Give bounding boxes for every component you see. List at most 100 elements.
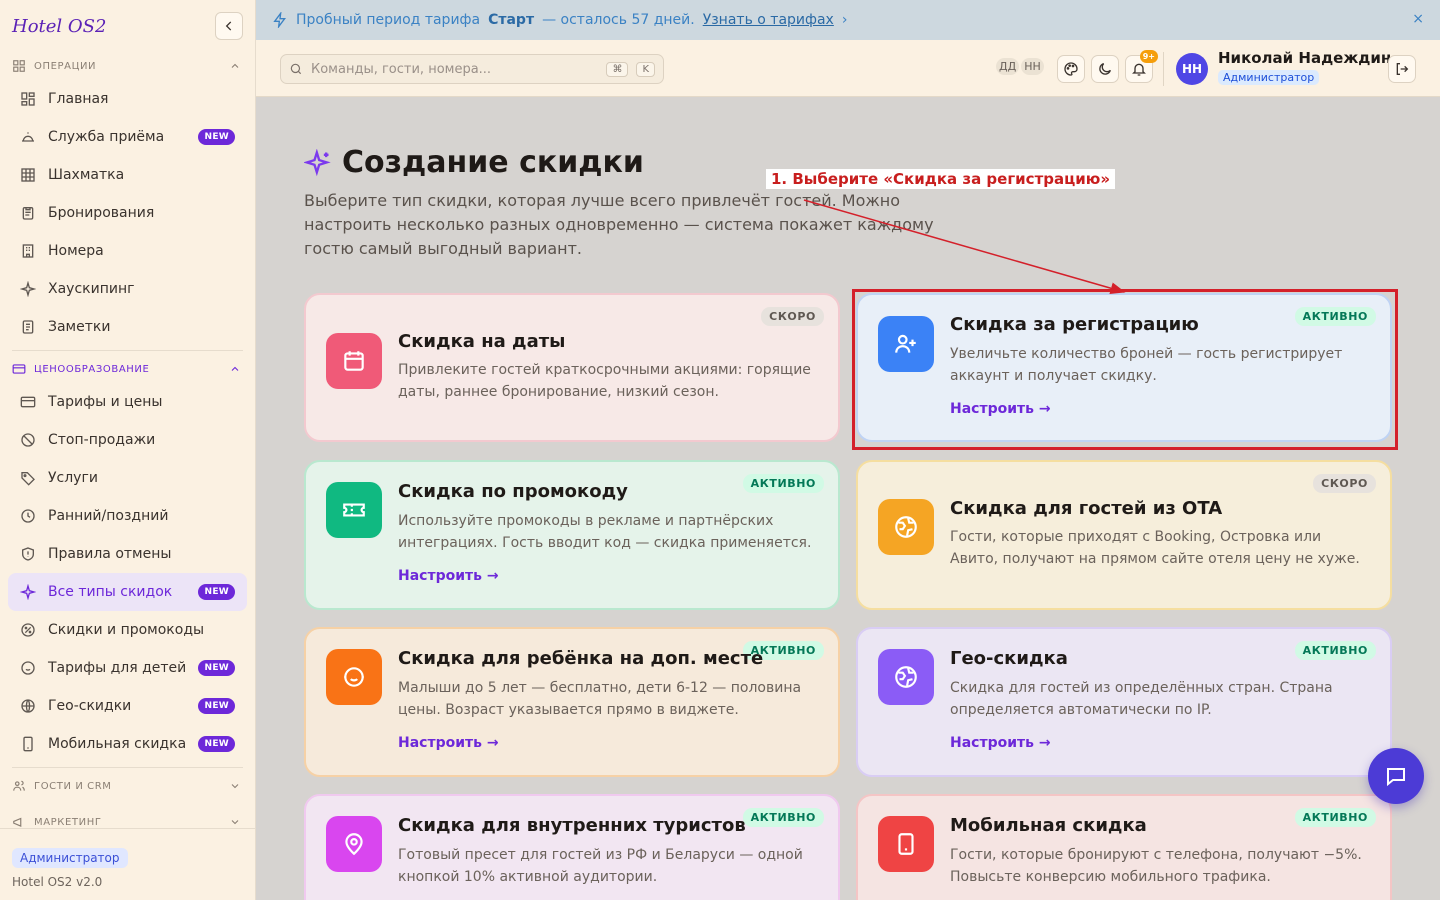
moon-icon [1099,63,1111,75]
section-title: ЦЕНООБРАЗОВАНИЕ [34,363,150,375]
sidebar-item-services[interactable]: Услуги [8,459,247,497]
sparkle-icon [20,584,36,600]
configure-link[interactable]: Настроить → [398,735,499,751]
sidebar-item-label: Стоп-продажи [48,432,156,448]
annotation-label: 1. Выберите «Скидка за регистрацию» [766,169,1116,189]
chevron-down-icon [231,784,239,789]
discount-card-ota[interactable]: СКОРО Скидка для гостей из OTA Гости, ко… [856,460,1392,610]
card-description: Скидка для гостей из определённых стран.… [950,680,1333,718]
phone-icon [20,736,36,752]
discount-card-dates[interactable]: СКОРО Скидка на даты Привлеките гостей к… [304,293,840,442]
grid-icon [13,60,25,72]
sidebar-item-cancellation[interactable]: Правила отмены [8,535,247,573]
map-pin-icon [326,816,382,872]
banner-prefix: Пробный период тарифа [296,12,481,28]
sidebar-item-label: Правила отмены [48,546,172,562]
bell-desk-icon [20,129,36,145]
sidebar-item-geo-discounts[interactable]: Гео-скидки NEW [8,687,247,725]
sidebar-item-front-desk[interactable]: Служба приёма NEW [8,118,247,156]
sidebar-collapse-button[interactable] [215,12,243,40]
section-guests-crm[interactable]: ГОСТИ И CRM [0,772,255,800]
sidebar-item-bookings[interactable]: Бронирования [8,194,247,232]
sidebar-item-label: Скидки и промокоды [48,622,205,638]
sidebar-item-discounts-promos[interactable]: Скидки и промокоды [8,611,247,649]
discount-card-mobile[interactable]: АКТИВНО Мобильная скидка Гости, которые … [856,794,1392,900]
discount-card-child-extra-bed[interactable]: АКТИВНО Скидка для ребёнка на доп. месте… [304,627,840,777]
ban-icon [20,432,36,448]
presence-avatar[interactable]: ДД [996,58,1020,75]
sidebar-item-label: Гео-скидки [48,698,132,714]
user-name: Николай Надеждин [1218,49,1392,67]
status-badge: СКОРО [761,307,824,326]
section-pricing[interactable]: ЦЕНООБРАЗОВАНИЕ [0,355,255,383]
sidebar-item-housekeeping[interactable]: Хаускипинг [8,270,247,308]
trial-banner: Пробный период тарифа Старт — осталось 5… [256,0,1440,40]
ticket-icon [326,482,382,538]
notifications-button[interactable]: 9+ [1125,50,1158,83]
sidebar-item-label: Служба приёма [48,129,165,145]
globe-icon [878,649,934,705]
baby-icon [20,660,36,676]
sidebar-item-label: Главная [48,91,109,107]
page-description: Выберите тип скидки, которая лучше всего… [304,191,934,258]
presence-avatar[interactable]: НН [1021,58,1044,75]
sidebar-item-label: Бронирования [48,205,155,221]
dark-mode-button[interactable] [1091,55,1119,83]
card-title: Гео-скидка [950,648,1068,669]
search-input[interactable]: Команды, гости, номера... [311,62,598,77]
annotation-highlight-box [852,289,1398,450]
clipboard-icon [20,205,36,221]
main-content: Создание скидки Выберите тип скидки, кот… [256,97,1440,900]
section-operations[interactable]: ОПЕРАЦИИ [0,52,255,80]
support-chat-button[interactable] [1368,748,1424,804]
configure-link[interactable]: Настроить → [398,568,499,584]
page-title-text: Создание скидки [342,145,644,180]
discount-card-promocode[interactable]: АКТИВНО Скидка по промокоду Используйте … [304,460,840,610]
shortcut-key: K [636,61,655,77]
sidebar-item-label: Тарифы для детей [48,660,187,676]
command-search[interactable]: Команды, гости, номера... ⌘ K [280,54,664,84]
sidebar-item-mobile-discount[interactable]: Мобильная скидка NEW [8,725,247,763]
logout-button[interactable] [1388,55,1416,83]
sparkle-icon [20,281,36,297]
configure-link[interactable]: Настроить → [950,735,1051,751]
app-logo[interactable]: Hotel OS2 [12,16,106,37]
banner-close-icon[interactable]: × [1412,11,1424,27]
clock-icon [20,508,36,524]
sidebar-item-chessboard[interactable]: Шахматка [8,156,247,194]
shortcut-key: ⌘ [606,61,629,77]
sidebar-item-notes[interactable]: Заметки [8,308,247,346]
user-avatar[interactable]: НН [1176,53,1208,85]
sidebar-item-kids-rates[interactable]: Тарифы для детей NEW [8,649,247,687]
discount-card-domestic[interactable]: АКТИВНО Скидка для внутренних туристов Г… [304,794,840,900]
status-badge: АКТИВНО [742,808,824,827]
note-icon [20,319,36,335]
theme-palette-button[interactable] [1057,55,1085,83]
sidebar-item-all-discounts[interactable]: Все типы скидок NEW [8,573,247,611]
sidebar-item-home[interactable]: Главная [8,80,247,118]
sidebar-item-rooms[interactable]: Номера [8,232,247,270]
tag-icon [20,470,36,486]
sidebar: Hotel OS2 ОПЕРАЦИИ Главная Служба приёма… [0,0,256,900]
sidebar-item-label: Хаускипинг [48,281,135,297]
grid-icon [20,167,36,183]
bell-icon [1132,63,1146,76]
sidebar-footer: Администратор Hotel OS2 v2.0 [0,828,255,900]
sidebar-item-rates[interactable]: Тарифы и цены [8,383,247,421]
card-title: Скидка для гостей из OTA [950,498,1223,519]
sidebar-item-stop-sales[interactable]: Стоп-продажи [8,421,247,459]
discount-card-geo[interactable]: АКТИВНО Гео-скидка Скидка для гостей из … [856,627,1392,777]
users-icon [13,780,25,791]
globe-icon [20,698,36,714]
banner-pricing-link[interactable]: Узнать о тарифах [703,12,834,28]
sidebar-divider [12,767,243,768]
new-badge: NEW [198,584,235,600]
new-badge: NEW [198,736,235,752]
sidebar-item-early-late[interactable]: Ранний/поздний [8,497,247,535]
logout-icon [1396,63,1409,75]
chevron-up-icon [231,63,239,68]
shield-icon [20,546,36,562]
sidebar-item-label: Все типы скидок [48,584,173,600]
status-badge: АКТИВНО [1294,641,1376,660]
palette-icon [1064,62,1078,76]
